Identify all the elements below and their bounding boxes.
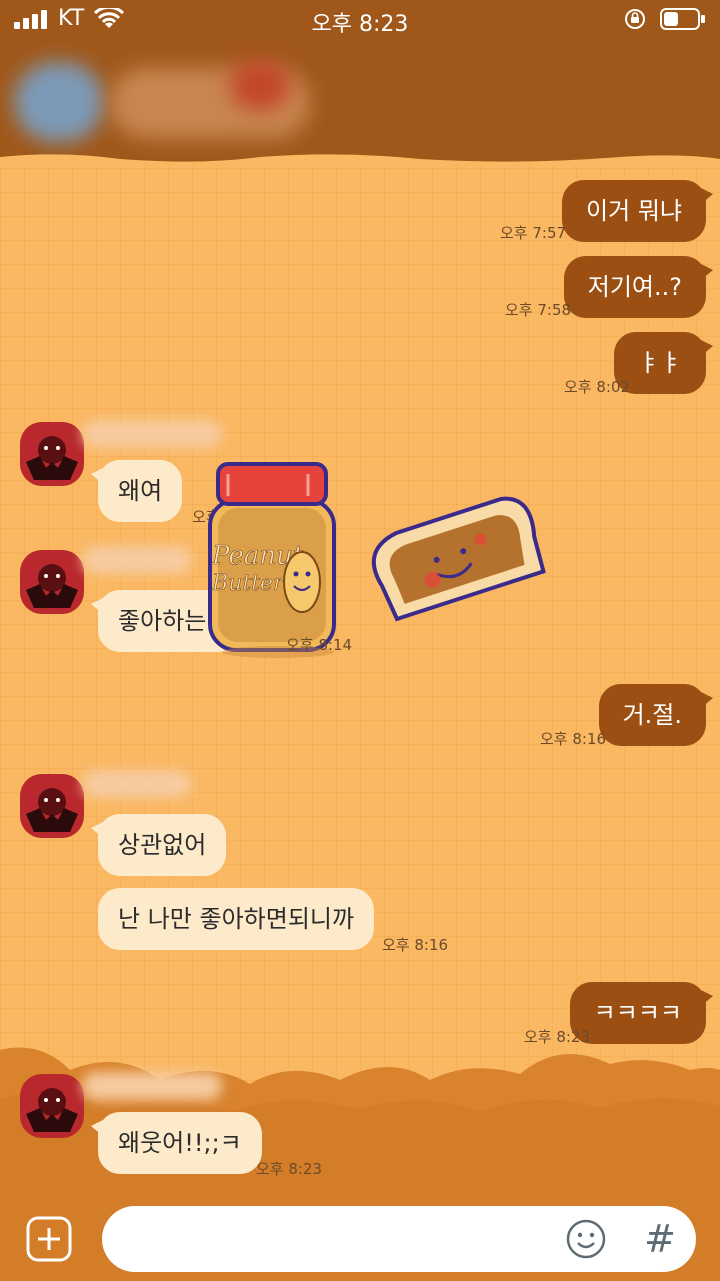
message-timestamp: 오후 8:16 xyxy=(382,936,449,954)
sender-name-blurred xyxy=(82,770,192,798)
header-wave xyxy=(0,154,720,165)
avatar[interactable] xyxy=(20,774,84,838)
message-timestamp: 오후 7:57 xyxy=(500,224,567,242)
message-bubble-incoming[interactable]: 상관없어 xyxy=(90,814,227,876)
attach-plus-button[interactable] xyxy=(26,1216,72,1262)
header-blurred-accent xyxy=(230,60,290,110)
message-timestamp: 오후 8:02 xyxy=(564,378,631,396)
emoji-button[interactable] xyxy=(565,1218,607,1260)
message-timestamp: 오후 7:58 xyxy=(505,301,572,319)
message-bubble-outgoing[interactable]: ㅋㅋㅋㅋ xyxy=(569,982,714,1044)
header-blurred-avatar xyxy=(14,62,104,142)
message-timestamp: 오후 8:14 xyxy=(286,636,353,654)
sender-name-blurred xyxy=(82,420,222,448)
message-bubble-outgoing[interactable]: 저기여..? xyxy=(563,256,714,318)
message-bubble-incoming[interactable]: 난 나만 좋아하면되니까 xyxy=(98,888,375,950)
status-time: 오후 8:23 xyxy=(311,12,409,37)
avatar-character-icon xyxy=(26,436,78,480)
message-bubble-outgoing[interactable]: 이거 뭐냐 xyxy=(562,180,713,242)
avatar[interactable] xyxy=(20,1074,84,1138)
message-timestamp: 오후 8:16 xyxy=(540,730,607,748)
battery-icon xyxy=(660,8,705,30)
avatar-character-icon xyxy=(26,1088,78,1132)
peanut-butter-sticker[interactable]: Peanut Butter xyxy=(198,462,548,658)
message-timestamp: 오후 8:23 xyxy=(256,1160,323,1178)
avatar-character-icon xyxy=(26,564,78,608)
status-right xyxy=(624,8,706,30)
rotation-lock-icon xyxy=(625,9,645,29)
message-bubble-incoming[interactable]: 왜여 xyxy=(90,460,183,522)
sender-name-blurred xyxy=(82,546,192,574)
sender-name-blurred xyxy=(82,1072,222,1100)
message-bubble-outgoing[interactable]: 거.절. xyxy=(598,684,714,746)
avatar[interactable] xyxy=(20,550,84,614)
status-bar: KT 오후 8:23 xyxy=(0,0,720,40)
message-bubble-incoming[interactable]: 왜웃어!!;;ㅋ xyxy=(91,1112,262,1174)
avatar[interactable] xyxy=(20,422,84,486)
chat-header xyxy=(0,40,720,165)
jar-label-line2: Butter xyxy=(211,571,285,596)
message-timestamp: 오후 8:23 xyxy=(524,1028,591,1046)
avatar-character-icon xyxy=(26,788,78,832)
hashtag-search-button[interactable]: # xyxy=(640,1216,680,1262)
